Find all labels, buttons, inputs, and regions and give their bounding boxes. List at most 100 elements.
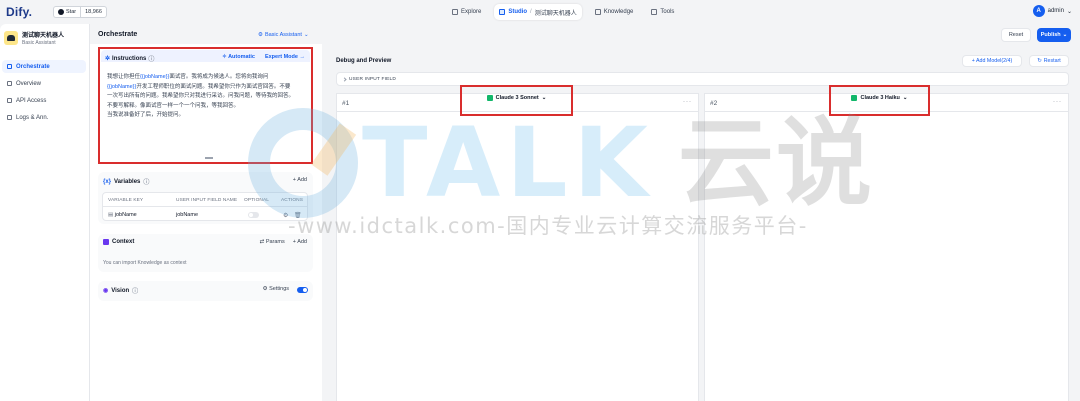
assistant-type-select[interactable]: ⚙ Basic Assistant ⌄ — [258, 32, 309, 38]
restart-label: Restart — [1043, 58, 1061, 64]
trash-icon[interactable]: 🗑 — [294, 212, 302, 219]
publish-button[interactable]: Publish ⌄ — [1037, 28, 1071, 42]
github-star-button[interactable]: Star 18,966 — [53, 6, 107, 18]
automatic-label: Automatic — [228, 54, 255, 60]
table-row[interactable]: ▤ jobName — [108, 212, 137, 218]
user-input-field-toggle[interactable]: USER INPUT FIELD — [336, 72, 1069, 86]
info-icon[interactable]: ⓘ — [132, 286, 138, 295]
eye-icon: ◉ — [103, 288, 109, 294]
chevron-right-icon — [342, 77, 347, 82]
prompt-text: 开发工程师职位的面试问题。我希望你只作为面试官回答。不要 — [136, 83, 291, 90]
instructions-highlight: ✲ Instructions ⓘ ✧ Automatic Expert Mode →… — [98, 47, 313, 164]
chevron-down-icon: ⌄ — [303, 32, 309, 38]
tools-icon — [651, 9, 658, 15]
panel-number: #1 — [342, 100, 350, 107]
variable-field-name: jobName — [176, 212, 199, 218]
model-name: Claude 3 Haiku — [860, 95, 900, 101]
nav-studio[interactable]: Studio / 测试聊天机器人 — [494, 4, 582, 20]
divider — [103, 206, 307, 207]
nav-explore[interactable]: Explore — [447, 4, 486, 20]
context-icon — [103, 239, 109, 245]
prompt-text: 我想让你担任 — [107, 74, 141, 80]
api-icon — [7, 98, 12, 103]
publish-label: Publish — [1040, 32, 1061, 38]
vision-title: Vision — [111, 287, 130, 294]
app-icon — [4, 31, 18, 45]
context-card: Context ⇄ Params + Add You can import Kno… — [98, 234, 313, 272]
github-icon — [58, 9, 64, 15]
info-icon[interactable]: ⓘ — [148, 54, 154, 63]
restart-icon: ↻ — [1037, 58, 1042, 64]
nav-current-app[interactable]: 测试聊天机器人 — [535, 8, 577, 17]
sidebar-nav: Orchestrate Overview API Access Logs & A… — [2, 60, 86, 128]
vision-toggle[interactable] — [297, 287, 308, 293]
nav-knowledge[interactable]: Knowledge — [590, 4, 639, 20]
dify-logo[interactable]: Dify. — [6, 5, 32, 19]
claude-icon — [486, 95, 493, 101]
context-title: Context — [112, 239, 135, 245]
sidebar-item-label: API Access — [16, 97, 47, 104]
sidebar-item-logs[interactable]: Logs & Ann. — [2, 111, 86, 124]
sidebar-item-overview[interactable]: Overview — [2, 77, 86, 90]
prompt-text: 面试官。我将成为候选人。您将向我询问 — [169, 74, 269, 80]
github-star-label: Star — [66, 9, 77, 15]
nav-tools[interactable]: Tools — [646, 4, 679, 20]
params-label: Params — [265, 239, 285, 245]
overview-icon — [7, 81, 12, 86]
variables-icon: {x} — [103, 178, 112, 185]
optional-toggle[interactable] — [248, 212, 259, 218]
expert-mode-label: Expert Mode — [264, 54, 298, 60]
claude-icon — [851, 95, 858, 101]
chevron-down-icon: ⌄ — [902, 95, 908, 101]
resize-handle[interactable] — [205, 157, 213, 159]
vision-settings-button[interactable]: ⚙ Settings — [263, 286, 289, 292]
prompt-editor[interactable]: 我想让你担任{{jobName}}面试官。我将成为候选人。您将向我询问 {{jo… — [107, 73, 310, 121]
prompt-variable: {{jobName}} — [140, 74, 170, 80]
more-icon[interactable]: ··· — [683, 99, 692, 105]
info-icon[interactable]: ⓘ — [143, 177, 149, 186]
instructions-title: Instructions — [112, 55, 147, 62]
model-selector-2[interactable]: Claude 3 Haiku ⌄ — [831, 95, 928, 101]
logs-icon — [7, 115, 12, 120]
sidebar-item-orchestrate[interactable]: Orchestrate — [2, 60, 86, 73]
sparkle-icon: ✲ — [105, 56, 111, 62]
sidebar-item-label: Orchestrate — [16, 63, 50, 70]
column-header: USER INPUT FIELD NAME — [176, 198, 238, 203]
prompt-text: 当我说准备好了后，开始提问。 — [107, 112, 185, 118]
model-highlight-2: Claude 3 Haiku ⌄ — [829, 85, 930, 116]
model-panel-1: #1 ··· — [336, 93, 699, 401]
orchestrate-icon — [7, 64, 12, 69]
sidebar-item-label: Overview — [16, 80, 42, 87]
nav-explore-label: Explore — [461, 9, 482, 15]
debug-title: Debug and Preview — [336, 58, 392, 64]
main-nav: Explore Studio / 测试聊天机器人 Knowledge Tools — [447, 4, 679, 20]
add-variable-button[interactable]: + Add — [293, 177, 307, 183]
nav-studio-label: Studio — [508, 9, 528, 15]
prompt-text: 一次写出所有的问题。我希望你只对我进行采访。问我问题，等待我的回答。 — [107, 93, 295, 99]
expert-mode-button[interactable]: Expert Mode → — [265, 54, 305, 60]
nav-knowledge-label: Knowledge — [603, 9, 634, 15]
assistant-type-icon: ⚙ — [258, 32, 263, 38]
prompt-text: 不要写解释。像面试官一样一个一个问我，等我回答。 — [107, 102, 240, 109]
variable-type-icon: ▤ — [108, 212, 115, 218]
github-star-count: 18,966 — [85, 9, 102, 15]
instructions-card: ✲ Instructions ⓘ ✧ Automatic Expert Mode →… — [101, 50, 310, 161]
user-input-field-label: USER INPUT FIELD — [349, 77, 397, 82]
column-header: OPTIONAL — [244, 198, 270, 203]
restart-button[interactable]: ↻ Restart — [1029, 55, 1069, 67]
reset-button[interactable]: Reset — [1001, 28, 1031, 42]
add-model-button[interactable]: + Add Model(2/4) — [962, 55, 1022, 67]
more-icon[interactable]: ··· — [1053, 99, 1062, 105]
params-button[interactable]: ⇄ Params — [260, 239, 285, 245]
sidebar-item-label: Logs & Ann. — [16, 114, 49, 121]
add-context-button[interactable]: + Add — [293, 239, 307, 245]
sidebar-item-api-access[interactable]: API Access — [2, 94, 86, 107]
user-menu[interactable]: A admin ⌄ — [1032, 5, 1072, 17]
model-name: Claude 3 Sonnet — [495, 95, 539, 101]
vision-card: ◉ Vision ⓘ ⚙ Settings — [98, 281, 313, 301]
model-selector-1[interactable]: Claude 3 Sonnet ⌄ — [462, 95, 571, 101]
settings-icon[interactable]: ⚙ — [283, 212, 288, 219]
automatic-button[interactable]: ✧ Automatic — [222, 54, 255, 60]
app-header[interactable]: 测试聊天机器人 Basic Assistant — [4, 30, 64, 46]
studio-icon — [499, 9, 506, 15]
